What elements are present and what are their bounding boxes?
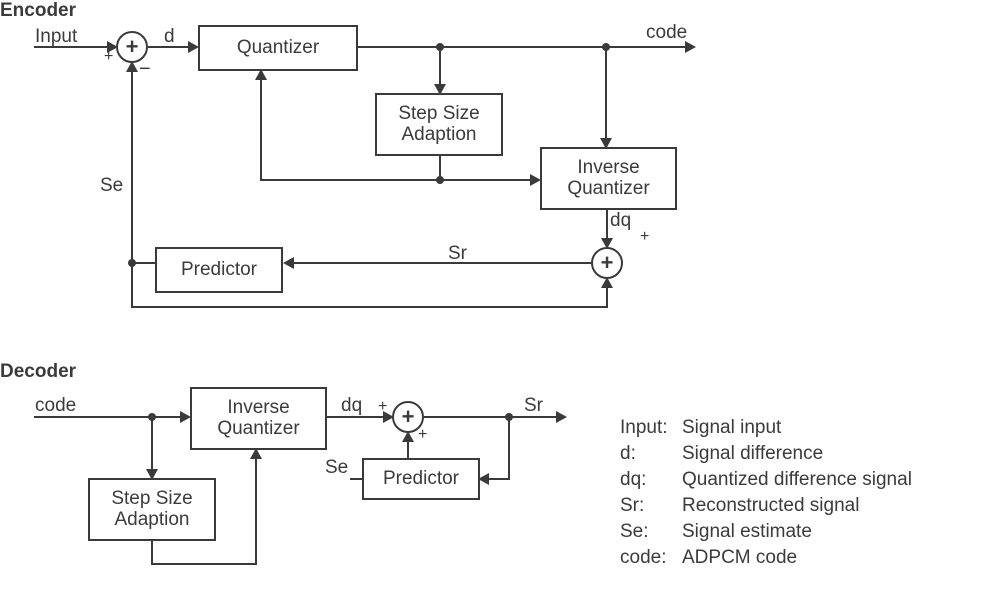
decoder-se-plus: +	[418, 426, 427, 444]
block-label: Inverse Quantizer	[567, 158, 649, 200]
legend-key: Sr:	[620, 495, 682, 517]
sum-glyph: +	[601, 250, 614, 276]
encoder-dq-label: dq	[610, 210, 631, 232]
arrowhead-icon	[126, 61, 138, 72]
legend-val: Quantized difference signal	[682, 469, 912, 491]
wire	[151, 417, 153, 474]
encoder-input-label: Input	[35, 26, 77, 48]
encoder-code-label: code	[646, 22, 687, 44]
wire	[34, 46, 111, 48]
encoder-inverse-quantizer-block: Inverse Quantizer	[540, 147, 677, 210]
legend-key: Input:	[620, 417, 682, 439]
encoder-predictor-block: Predictor	[155, 247, 283, 293]
wire	[151, 541, 153, 565]
wire	[260, 179, 535, 181]
arrowhead-icon	[556, 411, 567, 423]
decoder-dq-label: dq	[341, 395, 362, 417]
encoder-d-label: d	[164, 26, 175, 48]
arrowhead-icon	[402, 431, 414, 442]
wire	[260, 75, 262, 181]
legend-key: d:	[620, 443, 682, 465]
wire	[151, 563, 257, 565]
encoder-title: Encoder	[0, 0, 76, 22]
arrowhead-icon	[188, 41, 199, 53]
arrowhead-icon	[434, 84, 446, 95]
wire	[290, 262, 591, 264]
legend-val: ADPCM code	[682, 547, 797, 569]
decoder-recon-sum: +	[392, 401, 424, 433]
legend-key: Se:	[620, 521, 682, 543]
wire	[131, 306, 608, 308]
arrowhead-icon	[146, 469, 158, 480]
legend-key: code:	[620, 547, 682, 569]
legend-val: Reconstructed signal	[682, 495, 859, 517]
wire	[439, 47, 441, 89]
decoder-se-label: Se	[325, 457, 348, 479]
arrowhead-icon	[283, 257, 294, 269]
wire	[350, 478, 362, 480]
arrowhead-icon	[530, 174, 541, 186]
block-label: Predictor	[181, 260, 257, 281]
block-label: Step Size Adaption	[111, 489, 192, 531]
block-label: Quantizer	[237, 38, 319, 59]
decoder-stepsize-block: Step Size Adaption	[88, 478, 216, 541]
decoder-sr-label: Sr	[524, 395, 543, 417]
sum-glyph: +	[126, 34, 139, 60]
block-label: Predictor	[383, 469, 459, 490]
sum-glyph: +	[402, 404, 415, 430]
arrowhead-icon	[601, 277, 613, 288]
block-label: Step Size Adaption	[398, 104, 479, 146]
wire	[131, 264, 133, 306]
arrowhead-icon	[180, 411, 191, 423]
encoder-diff-sum-minus: −	[139, 58, 151, 81]
legend-row: Input: Signal input	[620, 417, 781, 439]
wire	[508, 417, 510, 479]
encoder-stepsize-block: Step Size Adaption	[375, 93, 503, 156]
legend-row: Sr: Reconstructed signal	[620, 495, 859, 517]
wire	[605, 47, 607, 143]
encoder-quantizer-block: Quantizer	[198, 25, 358, 71]
wire	[131, 67, 133, 264]
legend-val: Signal difference	[682, 443, 823, 465]
legend-key: dq:	[620, 469, 682, 491]
legend-row: d: Signal difference	[620, 443, 823, 465]
wire	[34, 416, 184, 418]
wire	[255, 454, 257, 565]
legend-row: code: ADPCM code	[620, 547, 797, 569]
decoder-inverse-quantizer-block: Inverse Quantizer	[190, 387, 327, 450]
arrowhead-icon	[107, 41, 118, 53]
legend-val: Signal estimate	[682, 521, 812, 543]
legend-row: Se: Signal estimate	[620, 521, 812, 543]
arrowhead-icon	[255, 69, 267, 80]
arrowhead-icon	[600, 138, 612, 149]
decoder-code-label: code	[35, 395, 76, 417]
legend-val: Signal input	[682, 417, 781, 439]
adpcm-block-diagram: { "encoder": { "title": "Encoder", "inpu…	[0, 0, 983, 612]
encoder-recon-sum: +	[591, 247, 623, 279]
legend-row: dq: Quantized difference signal	[620, 469, 912, 491]
arrowhead-icon	[383, 411, 394, 423]
decoder-title: Decoder	[0, 361, 76, 383]
block-label: Inverse Quantizer	[217, 398, 299, 440]
wire	[424, 416, 559, 418]
wire	[358, 46, 688, 48]
wire	[327, 416, 387, 418]
arrowhead-icon	[250, 448, 262, 459]
arrowhead-icon	[685, 41, 696, 53]
decoder-predictor-block: Predictor	[362, 458, 480, 500]
encoder-se-label: Se	[100, 175, 123, 197]
arrowhead-icon	[601, 238, 613, 249]
arrowhead-icon	[478, 473, 489, 485]
wire	[148, 46, 192, 48]
encoder-dq-plus: +	[640, 228, 649, 246]
